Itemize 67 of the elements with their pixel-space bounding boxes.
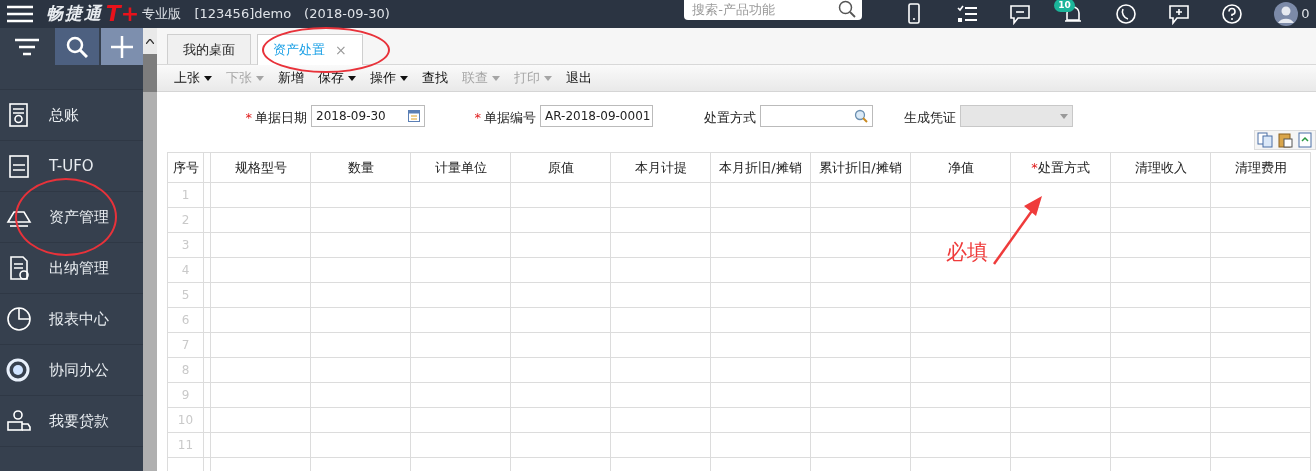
column-header[interactable]: 清理收入: [1110, 152, 1211, 183]
search-field[interactable]: 搜索-产品功能: [684, 0, 863, 20]
field-label: * 单据编号: [474, 109, 536, 127]
column-header[interactable]: 序号: [167, 152, 204, 183]
column-header[interactable]: 净值: [910, 152, 1011, 183]
caret-icon: [204, 75, 212, 81]
arrow-annotation: [990, 194, 1045, 266]
date-field[interactable]: 2018-09-30: [311, 105, 425, 127]
scroll-up-icon[interactable]: [146, 38, 154, 44]
menu-icon: [14, 36, 39, 57]
caret-icon: [256, 75, 264, 81]
notification-badge: 10: [1054, 0, 1075, 12]
toolbar-button[interactable]: 查找: [415, 65, 455, 91]
help-icon[interactable]: [1221, 3, 1244, 25]
input-field[interactable]: [760, 105, 873, 127]
toolbar-button[interactable]: 新增: [271, 65, 311, 91]
logo-text: 畅捷通: [45, 2, 103, 26]
search-icon[interactable]: [838, 0, 857, 18]
search-button[interactable]: [55, 28, 99, 65]
pie-chart-icon: [6, 306, 32, 332]
scrollbar-thumb[interactable]: [143, 54, 157, 92]
field-label: * 单据日期: [245, 109, 307, 127]
edition-label: 专业版: [142, 5, 182, 24]
plus-icon: [110, 35, 133, 58]
caret-icon: [544, 75, 552, 81]
tab[interactable]: 我的桌面: [167, 34, 251, 64]
column-header[interactable]: 原值: [510, 152, 611, 183]
column-header[interactable]: *处置方式: [1010, 152, 1111, 183]
menu-icon[interactable]: [6, 4, 33, 24]
clipboard-icon[interactable]: [1277, 132, 1293, 148]
column-header[interactable]: 数量: [310, 152, 411, 183]
logo-mark: T+: [105, 3, 140, 25]
copy-icon[interactable]: [1257, 132, 1273, 148]
caret-icon: [1060, 113, 1068, 119]
field-label: 处置方式: [704, 109, 756, 127]
search-icon[interactable]: [854, 109, 868, 123]
column-header[interactable]: 本月折旧/摊销: [710, 152, 811, 183]
caret-icon: [492, 75, 500, 81]
column-header[interactable]: 本月计提: [610, 152, 711, 183]
account-date: (2018-09-30): [304, 5, 390, 24]
toolbar-button[interactable]: 退出: [559, 65, 599, 91]
account-name: [123456]demo: [194, 5, 292, 24]
toolbar-button[interactable]: 上张: [167, 65, 219, 91]
calendar-icon[interactable]: [408, 110, 420, 122]
export-icon[interactable]: [1297, 132, 1313, 148]
toolbar-button[interactable]: 保存: [311, 65, 363, 91]
add-button[interactable]: [100, 28, 143, 65]
chat-bubble-icon[interactable]: [1009, 3, 1032, 25]
phone-call-icon[interactable]: [1115, 3, 1138, 25]
annotation-text: 必填: [946, 240, 988, 266]
column-header[interactable]: 计量单位: [410, 152, 511, 183]
user-avatar-icon[interactable]: [1274, 2, 1299, 26]
column-header[interactable]: 累计折旧/摊销: [810, 152, 911, 183]
column-header[interactable]: 规格型号: [210, 152, 311, 183]
field-label: 生成凭证: [904, 109, 956, 127]
checklist-icon[interactable]: [956, 3, 979, 25]
user-name: 0: [1301, 5, 1310, 24]
toolbar-button[interactable]: 操作: [363, 65, 415, 91]
caret-icon: [400, 75, 408, 81]
column-header[interactable]: 清理费用: [1210, 152, 1311, 183]
input-field[interactable]: AR-2018-09-0001: [540, 105, 653, 127]
chat-plus-icon[interactable]: [1168, 3, 1191, 25]
search-icon: [65, 35, 88, 58]
report-icon: [6, 153, 32, 179]
truck-icon: [6, 408, 32, 434]
caret-icon: [348, 75, 356, 81]
ring-icon: [6, 357, 32, 383]
